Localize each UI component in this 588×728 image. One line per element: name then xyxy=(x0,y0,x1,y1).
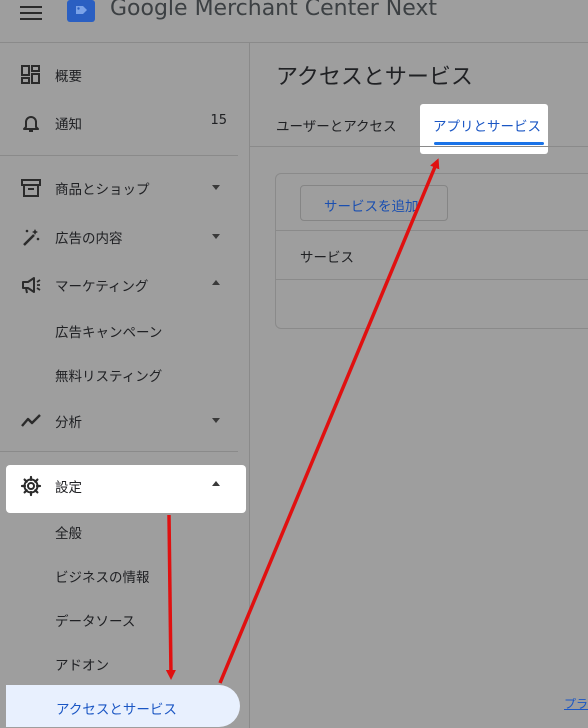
sidebar-item-products[interactable]: 商品とショップ xyxy=(0,165,249,209)
button-label: サービスを追加 xyxy=(324,199,419,215)
app-title: Google Merchant Center Next xyxy=(110,0,438,21)
sidebar-item-label: マーケティング xyxy=(55,279,149,295)
sidebar-divider xyxy=(0,451,238,452)
table-column-header-service: サービス xyxy=(300,250,354,266)
magic-wand-icon xyxy=(23,229,40,246)
bell-icon xyxy=(23,116,39,132)
sidebar-subitem-data-sources[interactable]: データソース xyxy=(0,597,249,641)
top-app-bar: Google Merchant Center Next xyxy=(0,0,588,43)
tab-active-indicator xyxy=(434,142,544,145)
chevron-down-icon xyxy=(212,234,220,239)
chevron-up-icon xyxy=(212,280,220,285)
card-divider xyxy=(276,279,588,280)
tab-label: アプリとサービス xyxy=(433,119,541,135)
tabs-divider xyxy=(250,146,588,147)
sidebar-item-ad-content[interactable]: 広告の内容 xyxy=(0,214,249,258)
main-content: アクセスとサービス ユーザーとアクセス アプリとサービス サービスを追加 サービ… xyxy=(250,43,588,728)
sidebar-item-label: 広告キャンペーン xyxy=(55,325,163,341)
sidebar-item-label: 商品とショップ xyxy=(55,182,150,198)
chevron-down-icon xyxy=(212,418,220,423)
archive-box-icon xyxy=(21,179,41,197)
page-title: アクセスとサービス xyxy=(276,65,473,90)
sidebar-item-label: 分析 xyxy=(55,415,82,431)
sidebar-item-notifications[interactable]: 通知 15 xyxy=(0,100,249,144)
sidebar-item-label: 概要 xyxy=(55,69,82,85)
sidebar-subitem-ad-campaigns[interactable]: 広告キャンペーン xyxy=(0,308,249,352)
sidebar-item-label: アクセスとサービス xyxy=(56,702,177,718)
sidebar-item-analytics[interactable]: 分析 xyxy=(0,398,249,442)
sidebar-item-settings[interactable]: 設定 xyxy=(0,463,249,507)
dashboard-icon xyxy=(21,65,40,84)
tab-users-access[interactable]: ユーザーとアクセス xyxy=(276,107,397,155)
sidebar-item-overview[interactable]: 概要 xyxy=(0,52,249,96)
sidebar-subitem-add-ons[interactable]: アドオン xyxy=(0,641,249,685)
sidebar-subitem-free-listings[interactable]: 無料リスティング xyxy=(0,352,249,396)
menu-icon[interactable] xyxy=(20,2,42,20)
gear-icon xyxy=(20,475,42,497)
megaphone-icon xyxy=(22,277,41,294)
sidebar-item-label: 無料リスティング xyxy=(55,369,163,385)
sidebar-item-label: データソース xyxy=(55,614,136,630)
sidebar-item-label: 広告の内容 xyxy=(55,231,123,247)
sidebar-item-label: 通知 xyxy=(55,117,82,133)
sidebar-item-marketing[interactable]: マーケティング xyxy=(0,262,249,306)
merchant-center-logo xyxy=(67,0,95,22)
footer-link[interactable]: プラ xyxy=(564,695,588,712)
chevron-up-icon xyxy=(212,481,220,486)
sidebar-item-label: アドオン xyxy=(55,658,109,674)
sidebar-subitem-access-services[interactable]: アクセスとサービス xyxy=(6,685,240,727)
notification-count-badge: 15 xyxy=(210,113,227,128)
sidebar-item-label: ビジネスの情報 xyxy=(55,570,150,586)
sidebar-divider xyxy=(0,155,238,156)
sidebar-subitem-business-info[interactable]: ビジネスの情報 xyxy=(0,553,249,597)
sidebar-item-label: 全般 xyxy=(55,526,82,542)
add-service-button[interactable]: サービスを追加 xyxy=(300,185,448,221)
sidebar-subitem-general[interactable]: 全般 xyxy=(0,509,249,553)
services-card: サービスを追加 サービス xyxy=(275,173,588,329)
chevron-down-icon xyxy=(212,185,220,190)
trend-line-icon xyxy=(21,414,41,427)
sidebar-item-label: 設定 xyxy=(55,480,82,496)
card-divider xyxy=(276,230,588,231)
sidebar-nav: 概要 通知 15 商品とショップ 広告の内容 マーケティング 広告キャンペーン … xyxy=(0,43,250,728)
